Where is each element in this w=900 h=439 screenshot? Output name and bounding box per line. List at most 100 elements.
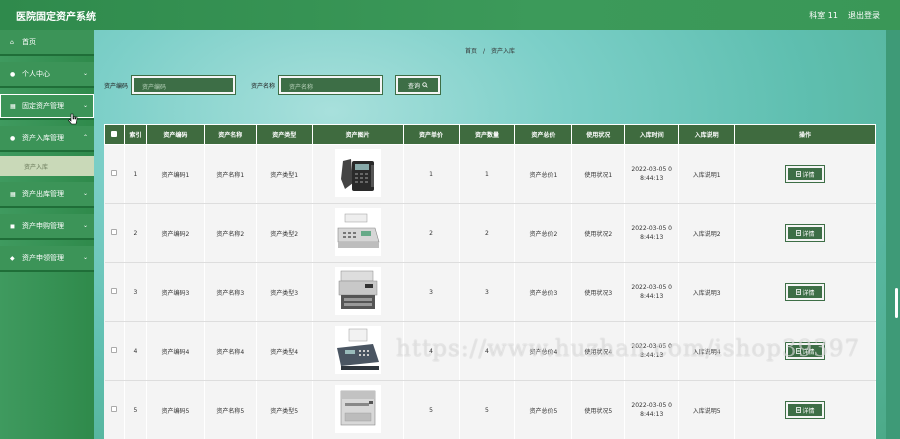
asset-code-input[interactable]: 资产编码 <box>131 75 237 95</box>
row-checkbox[interactable] <box>111 347 118 353</box>
sidebar: ⌂ 首页 ● 个人中心 ⌄ ▦ 固定资产管理 ⌄ ● 资产入库管理 ⌃ 资产入库… <box>0 30 94 439</box>
table-row: 3 资产编码3 资产名称3 资产类型3 3 3 资产总价3 使用状况3 2022… <box>104 262 876 322</box>
cell-note: 入库说明5 <box>678 380 736 439</box>
select-all-checkbox[interactable] <box>111 130 118 137</box>
sidebar-item-personal-center[interactable]: ● 个人中心 ⌄ <box>0 62 94 88</box>
cell-note: 入库说明3 <box>678 262 736 322</box>
sidebar-item-fixed-assets[interactable]: ▦ 固定资产管理 ⌄ <box>0 94 94 120</box>
apps-icon: ▦ <box>10 190 16 198</box>
chevron-down-icon: ⌄ <box>82 190 88 197</box>
sidebar-item-label: 资产出库管理 <box>22 190 64 198</box>
column-header: 资产图片 <box>311 124 404 145</box>
sidebar-item-label: 资产申领管理 <box>22 254 64 262</box>
sidebar-item-label: 资产入库管理 <box>22 134 64 142</box>
sidebar-item-asset-purchase[interactable]: ◼ 资产申购管理 ⌄ <box>0 214 94 240</box>
sidebar-item-asset-inbound[interactable]: ● 资产入库管理 ⌃ <box>0 126 94 152</box>
cell-code: 资产编码4 <box>146 321 205 381</box>
detail-button[interactable]: 详情 <box>785 401 826 419</box>
detail-button[interactable]: 详情 <box>785 224 826 242</box>
cell-price: 4 <box>403 321 460 381</box>
cell-index: 1 <box>124 144 147 204</box>
sidebar-item-label: 个人中心 <box>22 70 50 78</box>
cell-type: 资产类型1 <box>256 144 313 204</box>
column-header: 使用状况 <box>571 124 626 145</box>
cell-time: 2022-03-05 0 8:44:13 <box>624 321 680 381</box>
cell-status: 使用状况3 <box>571 262 626 322</box>
cell-time: 2022-03-05 0 8:44:13 <box>624 380 680 439</box>
detail-button[interactable]: 详情 <box>785 283 826 301</box>
cell-type: 资产类型2 <box>256 203 313 263</box>
search-icon <box>422 82 428 88</box>
sidebar-subitem-asset-inbound[interactable]: 资产入库 <box>0 156 94 176</box>
main-content: 首页 / 资产入库 资产编码 资产编码 资产名称 资产名称 查询 索引 资产编码… <box>94 30 886 439</box>
cart-icon: ◼ <box>10 222 15 230</box>
column-header: 操作 <box>734 124 876 145</box>
cell-total: 资产总价4 <box>514 321 573 381</box>
breadcrumb-separator: / <box>482 48 486 55</box>
sidebar-item-home[interactable]: ⌂ 首页 <box>0 30 94 56</box>
asset-image-fax[interactable] <box>334 208 381 256</box>
asset-image-fax-machine[interactable] <box>334 326 381 374</box>
row-checkbox[interactable] <box>111 170 118 176</box>
row-checkbox[interactable] <box>111 229 118 235</box>
detail-button-label: 详情 <box>802 289 815 297</box>
query-button[interactable]: 查询 <box>395 75 442 95</box>
home-icon: ⌂ <box>10 38 14 46</box>
cell-price: 5 <box>403 380 460 439</box>
cell-name: 资产名称2 <box>204 203 257 263</box>
cell-index: 3 <box>124 262 147 322</box>
cell-index: 2 <box>124 203 147 263</box>
row-checkbox[interactable] <box>111 288 118 294</box>
table-header-row: 索引 资产编码 资产名称 资产类型 资产图片 资产单价 资产数量 资产总价 使用… <box>104 124 876 145</box>
cell-time: 2022-03-05 0 8:44:13 <box>624 144 680 204</box>
cell-note: 入库说明4 <box>678 321 736 381</box>
breadcrumb-home[interactable]: 首页 <box>465 48 477 55</box>
breadcrumb-current: 资产入库 <box>490 48 515 55</box>
logout-link[interactable]: 退出登录 <box>848 10 880 21</box>
mouse-cursor-icon <box>68 113 78 128</box>
cell-type: 资产类型4 <box>256 321 313 381</box>
asset-image-printer[interactable] <box>334 385 381 433</box>
pin-icon: ◆ <box>10 254 15 262</box>
sidebar-item-label: 固定资产管理 <box>22 102 64 110</box>
document-icon <box>795 230 801 236</box>
user-icon: ● <box>10 70 16 78</box>
chevron-down-icon: ⌄ <box>82 254 88 261</box>
cell-total: 资产总价3 <box>514 262 573 322</box>
row-checkbox[interactable] <box>111 406 118 412</box>
query-button-label: 查询 <box>408 82 421 90</box>
column-header: 资产总价 <box>514 124 573 145</box>
table-row: 5 资产编码5 资产名称5 资产类型5 5 5 资产总价5 使用状况5 2022… <box>104 380 876 439</box>
chevron-down-icon: ⌄ <box>82 70 88 77</box>
detail-button[interactable]: 详情 <box>785 342 826 360</box>
detail-button[interactable]: 详情 <box>785 165 826 183</box>
scrollbar-thumb[interactable] <box>895 288 898 318</box>
document-icon <box>795 348 801 354</box>
cell-qty: 1 <box>459 144 516 204</box>
current-user: 科室 11 <box>809 11 838 20</box>
user-icon: ● <box>10 134 16 142</box>
sidebar-item-label: 资产申购管理 <box>22 222 64 230</box>
asset-image-mfp[interactable] <box>334 267 381 315</box>
cell-index: 5 <box>124 380 147 439</box>
chevron-up-icon: ⌃ <box>82 134 88 141</box>
cell-time: 2022-03-05 0 8:44:13 <box>624 262 680 322</box>
chevron-down-icon: ⌄ <box>82 222 88 229</box>
cell-total: 资产总价2 <box>514 203 573 263</box>
app-title: 医院固定资产系统 <box>16 12 96 23</box>
cell-qty: 4 <box>459 321 516 381</box>
column-header: 资产单价 <box>402 124 460 145</box>
select-all-header[interactable] <box>104 124 125 145</box>
page-scrollbar[interactable] <box>886 30 900 439</box>
cell-price: 1 <box>403 144 460 204</box>
document-icon <box>795 289 801 295</box>
asset-name-input[interactable]: 资产名称 <box>278 75 384 95</box>
asset-table: 索引 资产编码 资产名称 资产类型 资产图片 资产单价 资产数量 资产总价 使用… <box>104 124 876 439</box>
table-row: 1 资产编码1 资产名称1 资产类型1 1 1 资产总价1 使用状况1 2022… <box>104 144 876 204</box>
cell-type: 资产类型5 <box>256 380 313 439</box>
asset-image-phone[interactable] <box>334 149 381 197</box>
sidebar-item-asset-claim[interactable]: ◆ 资产申领管理 ⌄ <box>0 246 94 272</box>
cell-code: 资产编码2 <box>146 203 205 263</box>
sidebar-item-asset-outbound[interactable]: ▦ 资产出库管理 ⌄ <box>0 182 94 208</box>
cell-note: 入库说明2 <box>678 203 736 263</box>
